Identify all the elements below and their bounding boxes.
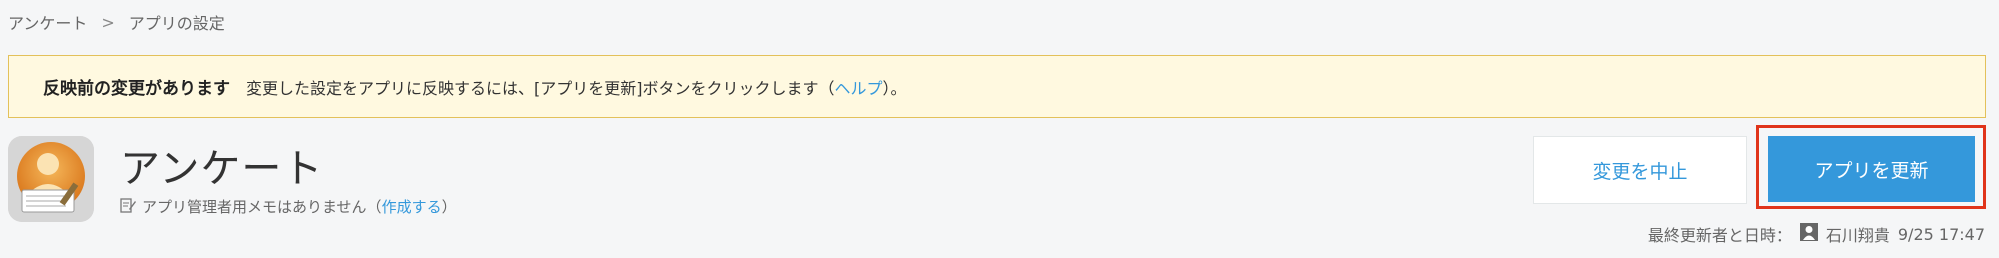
help-link[interactable]: ヘルプ: [835, 79, 883, 98]
breadcrumb-item-settings: アプリの設定: [128, 14, 225, 33]
breadcrumb-item-app[interactable]: アンケート: [8, 10, 87, 34]
cancel-changes-button[interactable]: 変更を中止: [1533, 136, 1747, 204]
user-icon: [1799, 223, 1818, 245]
memo-text: アプリ管理者用メモはありません（作成する）: [142, 198, 457, 216]
edit-note-icon: [120, 197, 136, 217]
last-updated-user[interactable]: 石川翔貴: [1826, 222, 1890, 246]
app-title: アンケート: [120, 146, 324, 192]
last-updated-label: 最終更新者と日時：: [1647, 226, 1792, 245]
admin-memo: アプリ管理者用メモはありません（作成する）: [120, 196, 457, 217]
notice-message: 変更した設定をアプリに反映するには、[アプリを更新]ボタンをクリックします（ヘル…: [246, 78, 907, 98]
create-memo-link[interactable]: 作成する: [382, 198, 442, 216]
notice-title: 反映前の変更があります: [43, 79, 230, 99]
survey-person-icon: [8, 136, 94, 222]
breadcrumb: アンケート > アプリの設定: [8, 10, 225, 34]
update-app-button[interactable]: アプリを更新: [1768, 136, 1975, 202]
unapplied-changes-notice: 反映前の変更があります 変更した設定をアプリに反映するには、[アプリを更新]ボタ…: [8, 55, 1986, 118]
last-updated-datetime: 9/25 17:47: [1897, 224, 1985, 244]
last-updated-info: 最終更新者と日時： 石川翔貴 9/25 17:47: [1648, 222, 1985, 246]
breadcrumb-separator: >: [101, 12, 115, 32]
